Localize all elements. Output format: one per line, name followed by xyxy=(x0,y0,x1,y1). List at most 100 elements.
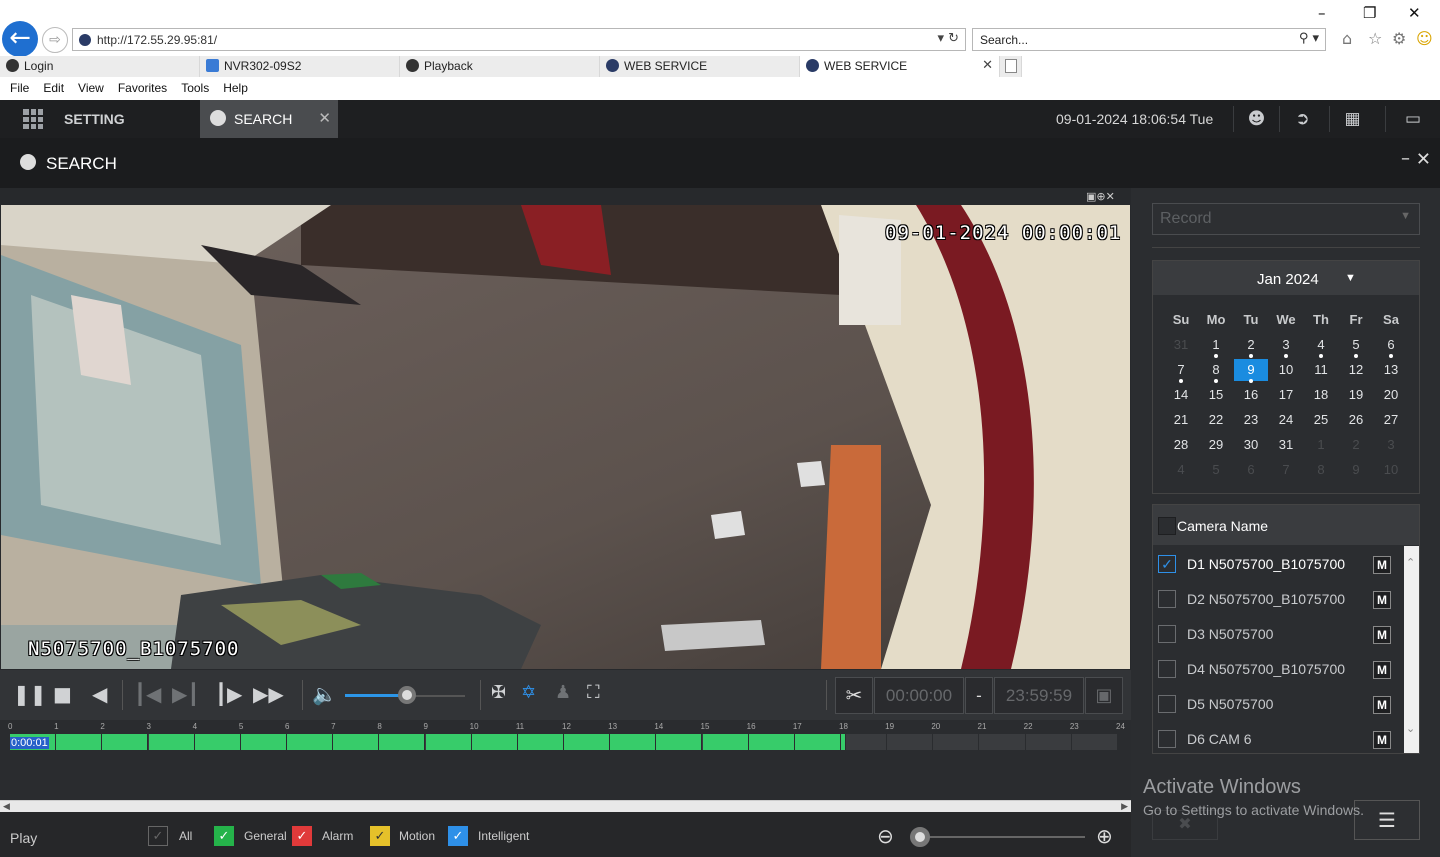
calendar-day[interactable]: 9 xyxy=(1234,359,1268,383)
camera-row[interactable]: D2 N5075700_B1075700 M xyxy=(1153,582,1405,617)
clip-scissors-icon[interactable]: ✂ xyxy=(835,677,873,714)
timeline[interactable]: 0 1 2 3 4 5 6 7 8 9 10 11 12 13 14 15 16 17 18 19 20 21 22 23 24 xyxy=(0,720,1131,800)
calendar-day[interactable]: 29 xyxy=(1199,434,1233,456)
user-icon[interactable]: ☻ xyxy=(1233,106,1279,132)
calendar-day[interactable]: 19 xyxy=(1339,384,1373,406)
calendar-day[interactable]: 20 xyxy=(1374,384,1408,406)
calendar-day[interactable]: 30 xyxy=(1234,434,1268,456)
clip-end-time[interactable]: 23:59:59 xyxy=(994,677,1084,714)
back-button[interactable]: ← xyxy=(2,21,38,57)
address-bar[interactable]: http://172.55.29.95:81/ ▾ ↻ xyxy=(72,28,966,51)
camera-checkbox[interactable] xyxy=(1158,730,1176,748)
calendar-day[interactable]: 5 xyxy=(1339,334,1373,358)
calendar-day[interactable]: 10 xyxy=(1269,359,1303,381)
camera-list-scrollbar[interactable]: ⌃ ⌄ xyxy=(1404,546,1419,753)
timeline-hour-segment[interactable] xyxy=(933,734,980,750)
menu-favorites[interactable]: Favorites xyxy=(108,78,167,95)
calendar-month[interactable]: Jan 2024 xyxy=(1257,271,1319,288)
grid-menu-icon[interactable] xyxy=(23,109,43,129)
close-window-icon[interactable]: ✕ xyxy=(1408,4,1421,22)
calendar-day[interactable]: 13 xyxy=(1374,359,1408,381)
calendar-day[interactable]: 23 xyxy=(1234,409,1268,431)
setting-tab[interactable]: SETTING xyxy=(64,111,125,127)
browser-tab-web-service-active[interactable]: WEB SERVICE ✕ xyxy=(800,56,1000,77)
menu-edit[interactable]: Edit xyxy=(33,78,64,95)
calendar-day[interactable]: 22 xyxy=(1199,409,1233,431)
calendar-day-other-month[interactable]: 7 xyxy=(1269,459,1303,481)
timeline-hour-segment[interactable] xyxy=(564,734,611,750)
menu-view[interactable]: View xyxy=(68,78,104,95)
calendar-day[interactable]: 24 xyxy=(1269,409,1303,431)
calendar-day[interactable]: 7 xyxy=(1164,359,1198,383)
main-stream-button[interactable]: M xyxy=(1373,661,1391,679)
record-type-select[interactable]: Record ▼ xyxy=(1152,203,1420,235)
digital-zoom-icon[interactable]: ✡ xyxy=(521,682,536,703)
scroll-up-icon[interactable]: ⌃ xyxy=(1406,556,1415,569)
logout-icon[interactable]: ➲ xyxy=(1279,106,1325,132)
reverse-play-icon[interactable]: ◀ xyxy=(92,682,107,706)
close-search-tab-icon[interactable]: ✕ xyxy=(318,109,331,127)
camera-row[interactable]: D5 N5075700 M xyxy=(1153,687,1405,722)
main-stream-button[interactable]: M xyxy=(1373,731,1391,749)
timeline-scrollbar[interactable]: ◀ ▶ xyxy=(0,800,1131,812)
calendar-day-other-month[interactable]: 4 xyxy=(1164,459,1198,481)
timeline-hour-segment[interactable] xyxy=(979,734,1026,750)
previous-frame-icon[interactable]: ┃◀ xyxy=(134,682,161,706)
timeline-hour-segment[interactable] xyxy=(1071,734,1118,750)
menu-help[interactable]: Help xyxy=(213,78,248,95)
playback-video[interactable]: 09-01-2024 00:00:01 N5075700_B1075700 xyxy=(1,205,1130,669)
calendar-day[interactable]: 31 xyxy=(1269,434,1303,456)
calendar-day-other-month[interactable]: 6 xyxy=(1234,459,1268,481)
timeline-hour-segment[interactable] xyxy=(610,734,657,750)
calendar-day[interactable]: 18 xyxy=(1304,384,1338,406)
browser-tab-web-service[interactable]: WEB SERVICE xyxy=(600,56,800,77)
camera-row[interactable]: D4 N5075700_B1075700 M xyxy=(1153,652,1405,687)
calendar-day-other-month[interactable]: 1 xyxy=(1304,434,1338,456)
calendar-day[interactable]: 11 xyxy=(1304,359,1338,381)
calendar-day-other-month[interactable]: 3 xyxy=(1374,434,1408,456)
calendar-day[interactable]: 8 xyxy=(1199,359,1233,383)
close-panel-icon[interactable]: ✕ xyxy=(1416,149,1431,170)
address-url[interactable]: http://172.55.29.95:81/ xyxy=(97,33,217,47)
step-forward-icon[interactable]: ┃▶ xyxy=(215,682,242,706)
timeline-bar[interactable] xyxy=(10,734,1118,750)
filter-all-checkbox[interactable]: ✓ xyxy=(148,826,168,846)
minimize-panel-icon[interactable]: – xyxy=(1401,148,1410,169)
scroll-right-icon[interactable]: ▶ xyxy=(1121,801,1128,812)
fullscreen-icon[interactable]: ⛶ xyxy=(587,682,600,703)
camera-checkbox[interactable]: ✓ xyxy=(1158,555,1176,573)
timeline-hour-segment[interactable] xyxy=(56,734,103,750)
next-frame-icon[interactable]: ▶┃ xyxy=(172,682,199,706)
camera-row[interactable]: D6 CAM 6 M xyxy=(1153,722,1405,757)
calendar-day[interactable]: 28 xyxy=(1164,434,1198,456)
save-clip-icon[interactable]: ▣ xyxy=(1085,677,1123,714)
clip-start-time[interactable]: 00:00:00 xyxy=(874,677,964,714)
timeline-hour-segment[interactable] xyxy=(794,734,841,750)
menu-file[interactable]: File xyxy=(0,78,29,95)
volume-slider-handle[interactable] xyxy=(398,686,417,704)
main-stream-button[interactable]: M xyxy=(1373,626,1391,644)
calendar-day-other-month[interactable]: 31 xyxy=(1164,334,1198,356)
scroll-left-icon[interactable]: ◀ xyxy=(3,801,10,812)
home-icon[interactable]: ⌂ xyxy=(1342,29,1352,48)
calendar-header[interactable]: Jan 2024 ▼ xyxy=(1153,261,1419,295)
calendar-day[interactable]: 15 xyxy=(1199,384,1233,406)
menu-tools[interactable]: Tools xyxy=(171,78,209,95)
select-all-cameras-checkbox[interactable] xyxy=(1158,517,1176,535)
calendar-day[interactable]: 3 xyxy=(1269,334,1303,358)
snapshot-icon[interactable]: ▣ xyxy=(1086,190,1096,203)
camera-checkbox[interactable] xyxy=(1158,590,1176,608)
timeline-hour-segment[interactable] xyxy=(240,734,287,750)
timeline-hour-segment[interactable] xyxy=(702,734,749,750)
filter-general-checkbox[interactable]: ✓ xyxy=(214,826,234,846)
pin-icon[interactable]: ✠ xyxy=(491,682,506,703)
timeline-hour-segment[interactable] xyxy=(887,734,934,750)
fast-forward-icon[interactable]: ▶▶ xyxy=(253,682,284,706)
zoom-out-icon[interactable]: ⊖ xyxy=(877,824,894,848)
timeline-zoom-track[interactable] xyxy=(920,836,1085,838)
timeline-hour-segment[interactable] xyxy=(379,734,426,750)
calendar-day[interactable]: 4 xyxy=(1304,334,1338,358)
timeline-hour-segment[interactable] xyxy=(148,734,195,750)
camera-checkbox[interactable] xyxy=(1158,695,1176,713)
calendar-day[interactable]: 17 xyxy=(1269,384,1303,406)
